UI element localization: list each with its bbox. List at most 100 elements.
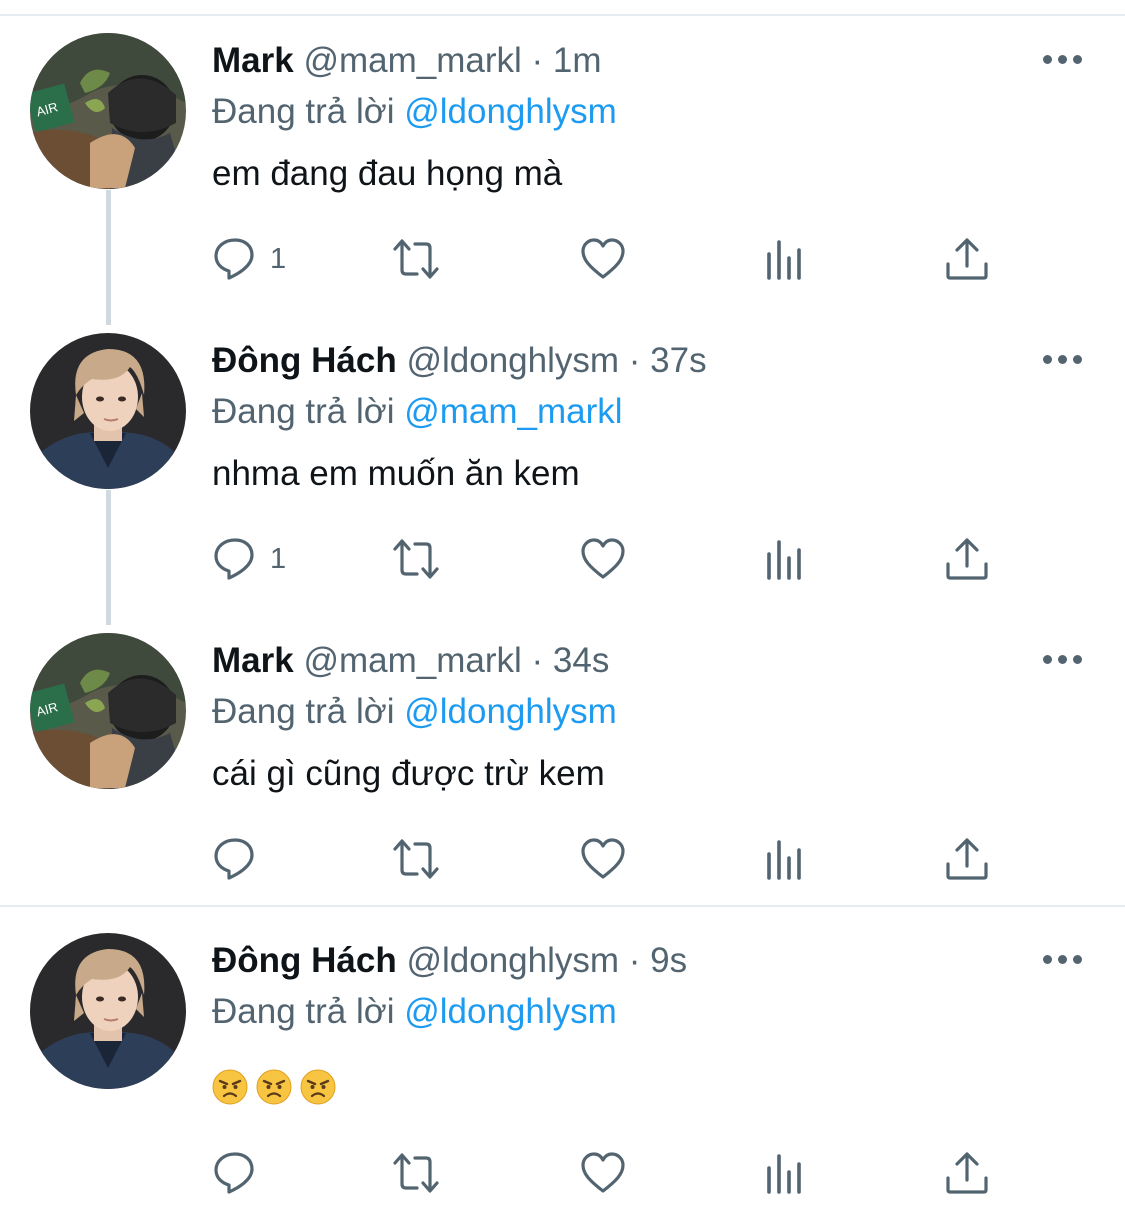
- timestamp[interactable]: 34s: [553, 641, 609, 680]
- more-icon: [1058, 55, 1067, 64]
- like-button[interactable]: [580, 236, 626, 282]
- tweet-actions: [0, 836, 1125, 882]
- like-button[interactable]: [580, 536, 626, 582]
- tweet[interactable]: AIR Mark @mam_markl · 34s Đang trả lời @…: [0, 600, 1125, 900]
- share-icon: [946, 238, 988, 280]
- replying-to-label: Đang trả lời: [212, 692, 395, 731]
- share-icon: [946, 1152, 988, 1194]
- reply-button[interactable]: 1: [212, 536, 286, 582]
- timestamp[interactable]: 9s: [650, 941, 687, 980]
- more-icon: [1058, 655, 1067, 664]
- timestamp[interactable]: 37s: [650, 341, 706, 380]
- reply-icon: [214, 838, 254, 880]
- avatar[interactable]: [30, 933, 186, 1089]
- more-icon: [1073, 55, 1082, 64]
- retweet-button[interactable]: [393, 536, 439, 582]
- replying-to: Đang trả lời @ldonghlysm: [212, 91, 617, 133]
- reply-icon: [214, 538, 254, 580]
- avatar-image-donghyuck: [30, 333, 186, 489]
- reply-count: 1: [270, 542, 287, 575]
- share-button[interactable]: [944, 236, 990, 282]
- retweet-icon: [393, 1153, 439, 1193]
- analytics-icon: [767, 240, 801, 280]
- retweet-button[interactable]: [393, 1150, 439, 1196]
- more-icon: [1058, 955, 1067, 964]
- avatar[interactable]: AIR: [30, 633, 186, 789]
- more-icon: [1043, 355, 1052, 364]
- retweet-button[interactable]: [393, 236, 439, 282]
- display-name[interactable]: Đông Hách: [212, 941, 397, 980]
- tweet[interactable]: Đông Hách @ldonghlysm · 37s Đang trả lời…: [0, 300, 1125, 600]
- more-icon: [1058, 355, 1067, 364]
- retweet-icon: [393, 539, 439, 579]
- angry-face-emoji: [212, 1069, 248, 1105]
- display-name[interactable]: Đông Hách: [212, 341, 397, 380]
- display-name[interactable]: Mark: [212, 41, 294, 80]
- timestamp[interactable]: 1m: [553, 41, 602, 80]
- tweet[interactable]: Đông Hách @ldonghlysm · 9s Đang trả lời …: [0, 900, 1125, 1200]
- like-icon: [581, 538, 625, 579]
- display-name[interactable]: Mark: [212, 641, 294, 680]
- angry-face-emoji: [300, 1069, 336, 1105]
- more-icon: [1073, 655, 1082, 664]
- more-button[interactable]: [1038, 948, 1088, 972]
- avatar[interactable]: AIR: [30, 33, 186, 189]
- retweet-icon: [393, 239, 439, 279]
- share-button[interactable]: [944, 536, 990, 582]
- tweet-actions: 1: [0, 236, 1125, 282]
- tweet-emojis: [212, 1063, 344, 1107]
- share-button[interactable]: [944, 1150, 990, 1196]
- more-button[interactable]: [1038, 348, 1088, 372]
- analytics-button[interactable]: [763, 1150, 809, 1196]
- replying-to: Đang trả lời @ldonghlysm: [212, 991, 617, 1033]
- angry-face-emoji: [256, 1069, 292, 1105]
- share-icon: [946, 538, 988, 580]
- like-icon: [581, 838, 625, 879]
- replying-to: Đang trả lời @mam_markl: [212, 391, 623, 433]
- mention-link[interactable]: @ldonghlysm: [404, 692, 617, 731]
- more-icon: [1043, 55, 1052, 64]
- like-button[interactable]: [580, 836, 626, 882]
- mention-link[interactable]: @ldonghlysm: [404, 992, 617, 1031]
- reply-icon: [214, 238, 254, 280]
- retweet-button[interactable]: [393, 836, 439, 882]
- retweet-icon: [393, 839, 439, 879]
- like-icon: [581, 238, 625, 279]
- tweet-header: Mark @mam_markl · 1m: [212, 40, 602, 82]
- like-button[interactable]: [580, 1150, 626, 1196]
- share-icon: [946, 838, 988, 880]
- tweet-thread: AIR Mark @mam_markl · 1m Đang trả lời @l…: [0, 0, 1125, 1221]
- analytics-button[interactable]: [763, 236, 809, 282]
- analytics-button[interactable]: [763, 536, 809, 582]
- tweet-text: em đang đau họng mà: [212, 154, 563, 193]
- more-icon: [1043, 955, 1052, 964]
- tweet-text: cái gì cũng được trừ kem: [212, 754, 605, 793]
- more-button[interactable]: [1038, 48, 1088, 72]
- replying-to: Đang trả lời @ldonghlysm: [212, 691, 617, 733]
- avatar-image-mark: AIR: [30, 33, 186, 189]
- user-handle[interactable]: @mam_markl: [303, 41, 521, 80]
- mention-link[interactable]: @mam_markl: [404, 392, 622, 431]
- more-button[interactable]: [1038, 648, 1088, 672]
- reply-button[interactable]: [212, 1150, 270, 1196]
- reply-button[interactable]: 1: [212, 236, 286, 282]
- avatar-image-donghyuck: [30, 933, 186, 1089]
- share-button[interactable]: [944, 836, 990, 882]
- like-icon: [581, 1152, 625, 1193]
- replying-to-label: Đang trả lời: [212, 92, 395, 131]
- reply-icon: [214, 1152, 254, 1194]
- separator-dot: ·: [628, 341, 641, 380]
- mention-link[interactable]: @ldonghlysm: [404, 92, 617, 131]
- tweet-text: nhma em muốn ăn kem: [212, 454, 580, 493]
- analytics-icon: [767, 540, 801, 580]
- analytics-button[interactable]: [763, 836, 809, 882]
- user-handle[interactable]: @mam_markl: [303, 641, 521, 680]
- replying-to-label: Đang trả lời: [212, 992, 395, 1031]
- analytics-icon: [767, 1154, 801, 1194]
- reply-button[interactable]: [212, 836, 270, 882]
- avatar[interactable]: [30, 333, 186, 489]
- user-handle[interactable]: @ldonghlysm: [406, 941, 619, 980]
- user-handle[interactable]: @ldonghlysm: [406, 341, 619, 380]
- tweet[interactable]: AIR Mark @mam_markl · 1m Đang trả lời @l…: [0, 0, 1125, 300]
- more-icon: [1073, 955, 1082, 964]
